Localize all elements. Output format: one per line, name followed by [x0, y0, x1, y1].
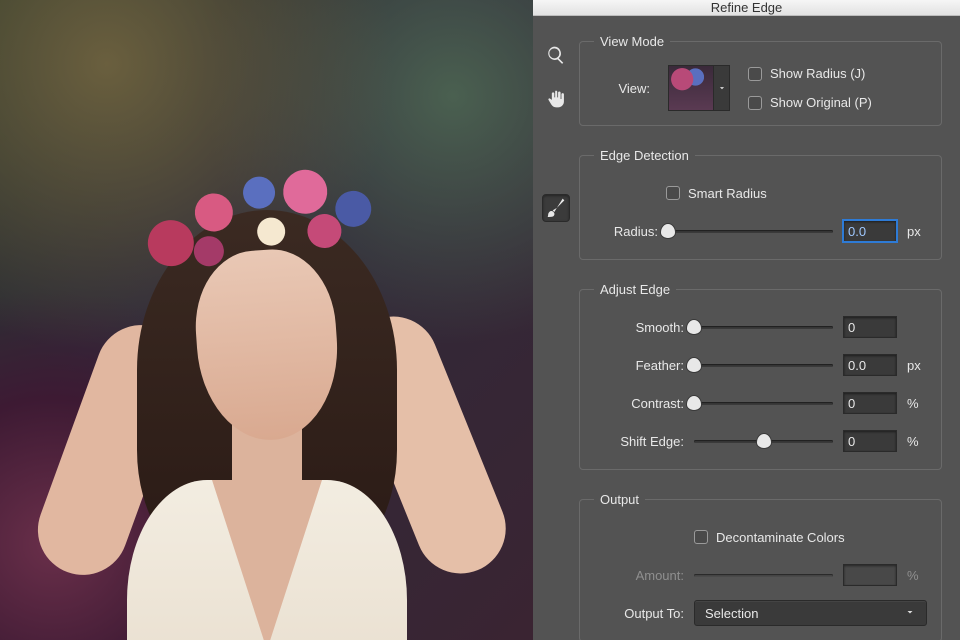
smooth-label: Smooth:	[594, 320, 684, 335]
chevron-down-icon	[904, 606, 916, 621]
show-original-input[interactable]	[748, 96, 762, 110]
output-to-value: Selection	[705, 606, 758, 621]
contrast-input[interactable]	[843, 392, 897, 414]
view-mode-thumbnail	[668, 65, 714, 111]
show-original-label: Show Original (P)	[770, 95, 872, 110]
radius-slider[interactable]	[668, 222, 833, 240]
hand-icon	[546, 89, 566, 112]
dialog-title: Refine Edge	[711, 0, 783, 15]
feather-input[interactable]	[843, 354, 897, 376]
radius-unit: px	[907, 224, 927, 239]
shift-edge-input[interactable]	[843, 430, 897, 452]
feather-label: Feather:	[594, 358, 684, 373]
feather-slider[interactable]	[694, 356, 833, 374]
contrast-unit: %	[907, 396, 927, 411]
view-label: View:	[594, 81, 650, 96]
shift-edge-slider[interactable]	[694, 432, 833, 450]
smooth-input[interactable]	[843, 316, 897, 338]
document-canvas[interactable]	[0, 0, 533, 640]
show-radius-label: Show Radius (J)	[770, 66, 865, 81]
smooth-slider[interactable]	[694, 318, 833, 336]
dialog-form: View Mode View: Show Radius	[579, 16, 960, 640]
edge-detection-group: Edge Detection Smart Radius Radius:	[579, 148, 942, 260]
contrast-label: Contrast:	[594, 396, 684, 411]
view-mode-dropdown[interactable]	[668, 65, 730, 111]
edge-detection-legend: Edge Detection	[594, 148, 695, 163]
show-radius-checkbox[interactable]: Show Radius (J)	[748, 66, 872, 81]
radius-input[interactable]	[843, 220, 897, 242]
view-mode-group: View Mode View: Show Radius	[579, 34, 942, 126]
output-legend: Output	[594, 492, 645, 507]
magnifier-icon	[546, 45, 566, 68]
refine-edge-dialog: Refine Edge	[533, 0, 960, 640]
smart-radius-input[interactable]	[666, 186, 680, 200]
amount-label: Amount:	[594, 568, 684, 583]
radius-label: Radius:	[594, 224, 658, 239]
amount-input	[843, 564, 897, 586]
amount-unit: %	[907, 568, 927, 583]
show-radius-input[interactable]	[748, 67, 762, 81]
decontaminate-label: Decontaminate Colors	[716, 530, 845, 545]
output-group: Output Decontaminate Colors Amount: %	[579, 492, 942, 640]
output-to-label: Output To:	[594, 606, 684, 621]
app-root: Refine Edge	[0, 0, 960, 640]
shift-edge-unit: %	[907, 434, 927, 449]
zoom-tool-button[interactable]	[542, 42, 570, 70]
portrait-figure	[57, 60, 477, 640]
shift-edge-label: Shift Edge:	[594, 434, 684, 449]
decontaminate-checkbox[interactable]: Decontaminate Colors	[694, 530, 845, 545]
show-original-checkbox[interactable]: Show Original (P)	[748, 95, 872, 110]
decontaminate-input[interactable]	[694, 530, 708, 544]
output-to-select[interactable]: Selection	[694, 600, 927, 626]
amount-slider	[694, 566, 833, 584]
view-mode-legend: View Mode	[594, 34, 670, 49]
adjust-edge-group: Adjust Edge Smooth: Feather: px	[579, 282, 942, 470]
feather-unit: px	[907, 358, 927, 373]
brush-icon	[546, 197, 566, 220]
hand-tool-button[interactable]	[542, 86, 570, 114]
smart-radius-checkbox[interactable]: Smart Radius	[666, 186, 767, 201]
contrast-slider[interactable]	[694, 394, 833, 412]
dialog-titlebar[interactable]: Refine Edge	[533, 0, 960, 16]
dialog-tool-strip	[533, 16, 579, 640]
refine-brush-button[interactable]	[542, 194, 570, 222]
chevron-down-icon	[714, 65, 730, 111]
adjust-edge-legend: Adjust Edge	[594, 282, 676, 297]
smart-radius-label: Smart Radius	[688, 186, 767, 201]
